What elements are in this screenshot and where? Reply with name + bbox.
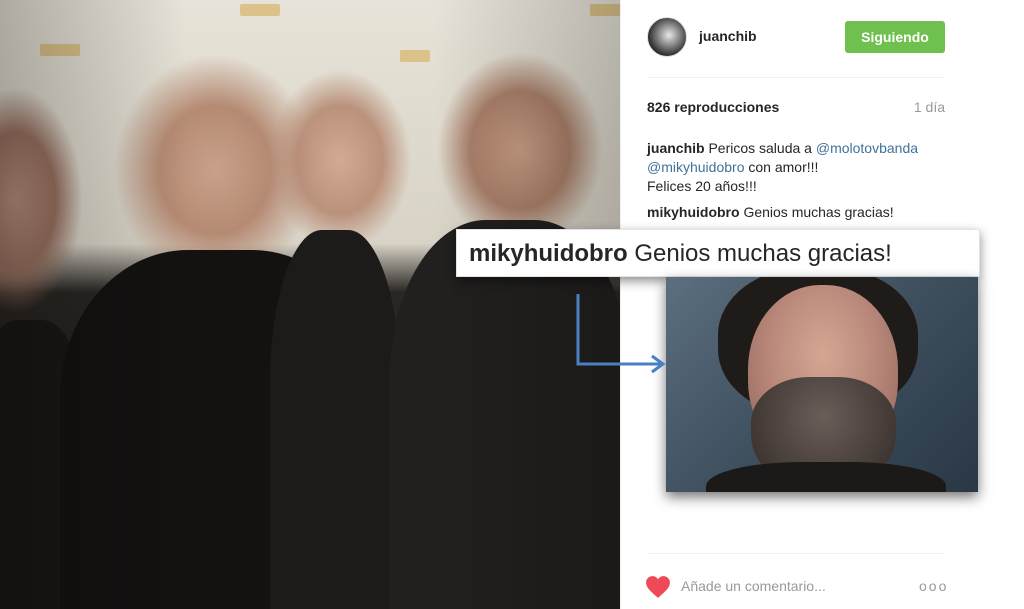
username[interactable]: juanchib	[699, 28, 757, 44]
caption: juanchib Pericos saluda a @molotovbanda …	[647, 139, 957, 196]
portrait-shirt	[706, 462, 946, 492]
caption-text: con amor!!!	[744, 159, 819, 175]
photo-shade	[0, 0, 620, 609]
comment-input[interactable]: Añade un comentario...	[681, 578, 826, 594]
arrow-icon	[576, 294, 666, 374]
commenter-portrait	[666, 277, 978, 492]
comment-text: Genios muchas gracias!	[743, 204, 894, 220]
comment: mikyhuidobro Genios muchas gracias!	[647, 203, 957, 222]
following-button[interactable]: Siguiendo	[845, 21, 945, 53]
callout-username: mikyhuidobro	[469, 240, 628, 267]
heart-icon[interactable]	[645, 575, 671, 599]
avatar[interactable]	[647, 17, 687, 57]
view-count: 826 reproducciones	[647, 99, 780, 115]
post-video[interactable]	[0, 0, 620, 609]
mention-link[interactable]: @molotovbanda	[816, 140, 918, 156]
caption-text: Pericos saluda a	[708, 140, 816, 156]
timestamp[interactable]: 1 día	[901, 99, 945, 115]
comment-callout: mikyhuidobro Genios muchas gracias!	[456, 229, 980, 277]
mention-link[interactable]: @mikyhuidobro	[647, 159, 744, 175]
comment-username[interactable]: mikyhuidobro	[647, 204, 740, 220]
divider	[647, 553, 945, 554]
more-options-icon[interactable]: ooo	[919, 578, 948, 594]
callout-text: Genios muchas gracias!	[634, 240, 892, 267]
divider	[647, 77, 945, 78]
caption-text: Felices 20 años!!!	[647, 178, 757, 194]
caption-username[interactable]: juanchib	[647, 140, 705, 156]
